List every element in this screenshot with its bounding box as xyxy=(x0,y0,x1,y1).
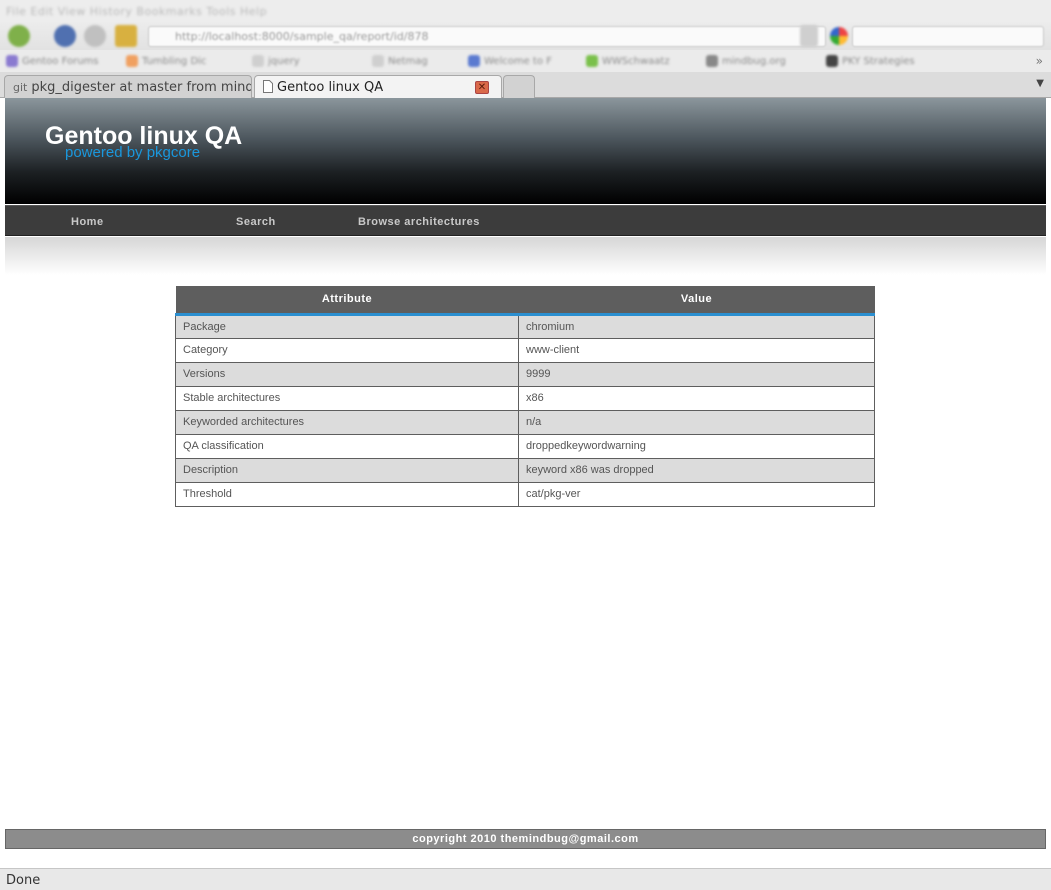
bookmark-favicon-icon xyxy=(6,55,18,67)
bookmark-favicon-icon xyxy=(126,55,138,67)
attribute-value-cell: n/a xyxy=(518,409,875,435)
attribute-name-cell: Versions xyxy=(175,361,519,387)
nav-link-search[interactable]: Search xyxy=(236,216,276,228)
tab-strip: git pkg_digester at master from mindb...… xyxy=(0,72,1051,99)
bookmark-favicon-icon xyxy=(826,55,838,67)
bookmark-item[interactable]: Tumbling Dic xyxy=(126,54,206,68)
browser-statusbar: Done xyxy=(0,868,1051,890)
bookmark-label: Welcome to F xyxy=(484,55,552,67)
table-row: Versions 9999 xyxy=(175,361,875,387)
column-header-value: Value xyxy=(518,286,875,316)
new-tab-button[interactable] xyxy=(503,75,535,98)
attribute-value-cell: www-client xyxy=(518,337,875,363)
address-bar-url: http://localhost:8000/sample_qa/report/i… xyxy=(175,30,429,43)
bookmark-label: WWSchwaatz xyxy=(602,55,670,67)
bookmark-label: Tumbling Dic xyxy=(142,55,207,67)
attribute-value-cell: droppedkeywordwarning xyxy=(518,433,875,459)
attribute-value-cell: cat/pkg-ver xyxy=(518,481,875,507)
search-engine-icon[interactable] xyxy=(830,27,848,45)
close-tab-icon[interactable]: ✕ xyxy=(475,81,489,94)
table-row: Stable architectures x86 xyxy=(175,385,875,411)
attribute-value-cell: x86 xyxy=(518,385,875,411)
document-icon xyxy=(263,79,273,96)
package-attributes-table: Attribute Value Package chromium Category w… xyxy=(175,286,875,507)
site-header: Gentoo linux QA powered by pkgcore xyxy=(5,98,1046,204)
attribute-name-cell: Description xyxy=(175,457,519,483)
bookmark-label: Netmag xyxy=(388,55,428,67)
stop-button-icon[interactable] xyxy=(800,25,818,47)
bookmark-item[interactable]: Netmag xyxy=(372,54,428,68)
bookmark-item[interactable]: Gentoo Forums xyxy=(6,54,99,68)
attribute-value-cell: chromium xyxy=(518,313,875,339)
bookmark-item[interactable]: PKY Strategies xyxy=(826,54,915,68)
tab-pkg-digester[interactable]: git pkg_digester at master from mindb... xyxy=(4,75,252,98)
browser-navigation-toolbar: http://localhost:8000/sample_qa/report/i… xyxy=(0,22,1051,50)
bookmarks-toolbar: Gentoo Forums Tumbling Dic jquery Netmag Wel… xyxy=(0,50,1051,72)
git-icon: git xyxy=(13,80,28,94)
bookmark-favicon-icon xyxy=(586,55,598,67)
table-header-row: Attribute Value xyxy=(175,286,875,316)
table-row: QA classification droppedkeywordwarning xyxy=(175,433,875,459)
bookmark-item[interactable]: jquery xyxy=(252,54,300,68)
bookmark-favicon-icon xyxy=(372,55,384,67)
bookmark-item[interactable]: WWSchwaatz xyxy=(586,54,670,68)
bookmark-favicon-icon xyxy=(468,55,480,67)
table-row: Description keyword x86 was dropped xyxy=(175,457,875,483)
column-header-attribute: Attribute xyxy=(175,286,519,316)
site-subtitle: powered by pkgcore xyxy=(65,144,201,161)
reload-button-icon[interactable] xyxy=(84,25,106,47)
browser-menubar[interactable]: File Edit View History Bookmarks Tools H… xyxy=(0,0,1051,22)
table-row: Package chromium xyxy=(175,313,875,339)
nav-link-browse-architectures[interactable]: Browse architectures xyxy=(358,216,480,228)
address-bar[interactable]: http://localhost:8000/sample_qa/report/i… xyxy=(148,26,826,47)
table-row: Keyworded architectures n/a xyxy=(175,409,875,435)
bookmark-favicon-icon xyxy=(706,55,718,67)
site-footer: copyright 2010 themindbug@gmail.com xyxy=(5,829,1046,849)
bookmark-label: jquery xyxy=(268,55,300,67)
tab-list-chevron-down-icon[interactable]: ▼ xyxy=(1036,78,1044,89)
attribute-value-cell: keyword x86 was dropped xyxy=(518,457,875,483)
attribute-value-cell: 9999 xyxy=(518,361,875,387)
bookmark-label: Gentoo Forums xyxy=(22,55,99,67)
bookmarks-overflow-chevron-icon[interactable]: » xyxy=(1036,54,1043,68)
attribute-name-cell: Keyworded architectures xyxy=(175,409,519,435)
attribute-name-cell: Category xyxy=(175,337,519,363)
bookmark-label: PKY Strategies xyxy=(842,55,915,67)
bookmark-label: mindbug.org xyxy=(722,55,786,67)
table-row: Category www-client xyxy=(175,337,875,363)
bookmark-favicon-icon xyxy=(252,55,264,67)
bookmark-item[interactable]: mindbug.org xyxy=(706,54,786,68)
forward-button-icon[interactable] xyxy=(54,25,76,47)
tab-gentoo-linux-qa[interactable]: Gentoo linux QA ✕ xyxy=(254,75,502,99)
tab-label: pkg_digester at master from mindb... xyxy=(31,79,251,95)
nav-link-home[interactable]: Home xyxy=(71,216,104,228)
attribute-name-cell: Threshold xyxy=(175,481,519,507)
table-row: Threshold cat/pkg-ver xyxy=(175,481,875,507)
menubar-text[interactable]: File Edit View History Bookmarks Tools H… xyxy=(6,5,267,18)
home-button-icon[interactable] xyxy=(115,25,137,47)
attribute-name-cell: QA classification xyxy=(175,433,519,459)
bookmark-item[interactable]: Welcome to F xyxy=(468,54,552,68)
tab-label: Gentoo linux QA xyxy=(277,80,384,95)
attribute-name-cell: Stable architectures xyxy=(175,385,519,411)
search-field[interactable] xyxy=(852,26,1044,47)
attribute-name-cell: Package xyxy=(175,313,519,339)
nav-shadow-divider xyxy=(5,237,1046,275)
main-navigation: Home Search Browse architectures xyxy=(5,205,1046,236)
back-button-icon[interactable] xyxy=(8,25,30,47)
status-text: Done xyxy=(6,873,41,888)
